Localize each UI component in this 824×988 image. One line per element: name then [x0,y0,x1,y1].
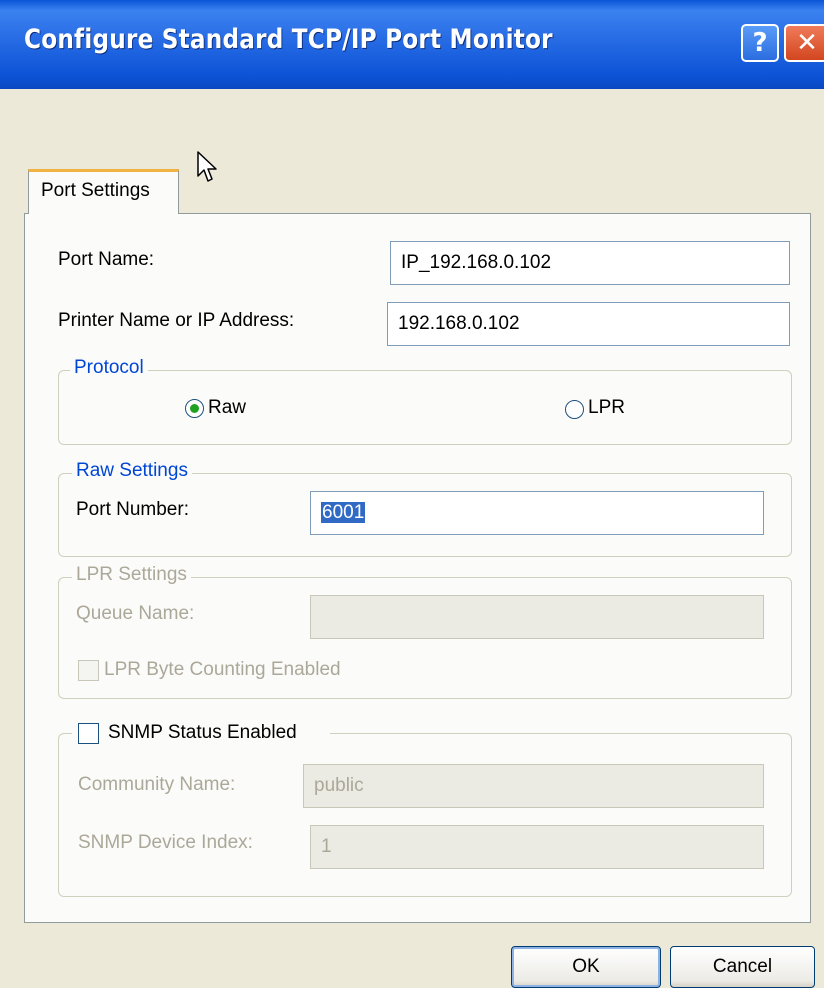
community-name-label: Community Name: [78,774,236,795]
queue-name-label: Queue Name: [76,603,195,624]
port-number-label: Port Number: [76,499,189,520]
protocol-group [58,370,792,445]
lpr-byte-counting-label: LPR Byte Counting Enabled [104,659,341,680]
lpr-byte-counting-checkbox[interactable] [78,660,99,681]
ok-button[interactable]: OK [511,946,661,988]
snmp-group [58,733,792,897]
dialog-body: Port Settings Port Name: IP_192.168.0.10… [0,89,824,988]
port-number-value: 6001 [321,502,366,523]
window-title: Configure Standard TCP/IP Port Monitor [24,24,553,55]
title-bar[interactable]: Configure Standard TCP/IP Port Monitor ?… [0,0,824,89]
tab-port-settings[interactable]: Port Settings [28,169,179,214]
raw-radio[interactable] [185,399,204,418]
printer-name-label: Printer Name or IP Address: [58,310,295,331]
lpr-radio[interactable] [565,400,584,419]
lpr-radio-label[interactable]: LPR [588,397,625,419]
queue-name-input[interactable] [310,595,764,639]
tab-label: Port Settings [41,180,150,201]
port-name-input[interactable]: IP_192.168.0.102 [390,241,790,285]
lpr-settings-legend: LPR Settings [72,564,191,586]
port-name-label: Port Name: [58,249,155,270]
community-name-input[interactable]: public [303,764,764,808]
snmp-status-checkbox[interactable] [78,723,99,744]
mouse-pointer-icon [197,151,217,182]
snmp-device-index-label: SNMP Device Index: [78,832,253,853]
help-button[interactable]: ? [741,24,779,62]
snmp-status-label[interactable]: SNMP Status Enabled [108,722,297,744]
port-number-input[interactable]: 6001 [310,491,764,535]
protocol-legend: Protocol [70,357,148,379]
snmp-device-index-input[interactable]: 1 [310,825,764,869]
close-button[interactable]: ✕ [784,24,824,62]
raw-settings-legend: Raw Settings [72,460,192,482]
raw-radio-label[interactable]: Raw [208,397,246,419]
radio-selected-dot [190,404,199,413]
cancel-button[interactable]: Cancel [670,946,815,988]
printer-address-input[interactable]: 192.168.0.102 [387,302,790,346]
